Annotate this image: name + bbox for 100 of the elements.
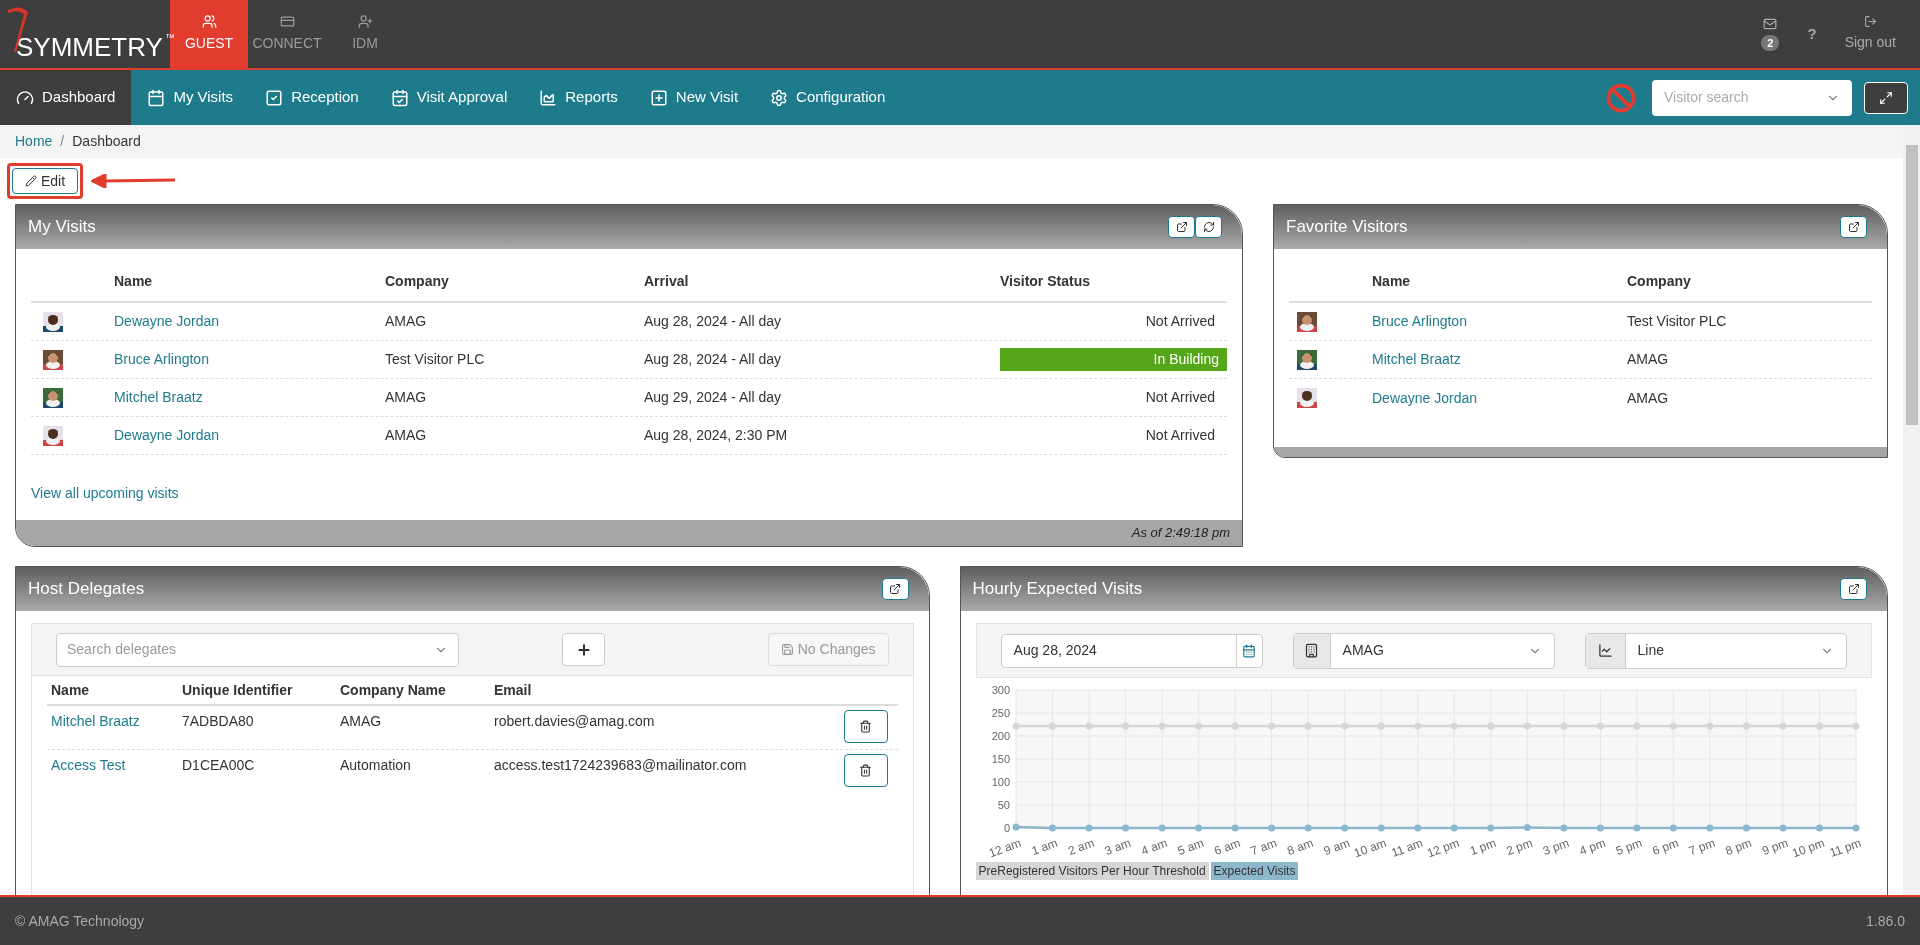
nav-tab[interactable]: Reports <box>523 70 634 125</box>
visitor-name-link[interactable]: Mitchel Braatz <box>114 387 385 408</box>
axis-tick: 11 am <box>1389 835 1425 860</box>
popout-button[interactable] <box>1840 216 1867 238</box>
breadcrumb-link[interactable]: Home <box>15 131 53 152</box>
column-header: Visitor Status <box>1000 271 1091 291</box>
data-point <box>1632 824 1640 832</box>
help-button[interactable]: ? <box>1807 22 1817 46</box>
axis-tick: 200 <box>991 730 1010 742</box>
data-point <box>1523 722 1531 730</box>
popout-button[interactable] <box>881 578 909 600</box>
field-value: Aug 28, 2024 <box>1013 641 1097 660</box>
axis-tick: 2 pm <box>1504 835 1534 858</box>
nav-tab[interactable]: New Visit <box>633 70 755 125</box>
legend-item[interactable]: Expected Visits <box>1210 862 1299 880</box>
view-all-link[interactable]: View all upcoming visits <box>31 485 179 501</box>
visitor-name-link[interactable]: Dewayne Jordan <box>1372 387 1627 409</box>
data-point <box>1450 722 1458 730</box>
mail-button[interactable]: 2 <box>1761 16 1780 52</box>
data-point <box>1852 824 1860 832</box>
chart-type-select[interactable]: Line <box>1584 632 1847 669</box>
area-chart-icon <box>539 88 558 107</box>
axis-tick: 7 pm <box>1686 835 1717 858</box>
axis-tick: 3 pm <box>1540 835 1571 858</box>
data-point <box>1559 824 1567 832</box>
app-tab[interactable]: CONNECT <box>248 0 326 68</box>
date-field[interactable]: Aug 28, 2024 <box>1000 633 1263 668</box>
save-icon <box>780 643 794 656</box>
visitor-name-link[interactable]: Bruce Arlington <box>1372 311 1627 332</box>
visitor-name-link[interactable]: Dewayne Jordan <box>114 311 385 332</box>
trash-icon <box>859 720 873 733</box>
visitor-name-link[interactable]: Mitchel Braatz <box>1372 349 1627 370</box>
axis-tick: 300 <box>991 684 1010 696</box>
column-header: Arrival <box>644 271 690 291</box>
table-cell-text: D1CEA00C <box>182 756 256 775</box>
sign-out-button[interactable]: Sign out <box>1844 15 1896 53</box>
axis-tick: 3 am <box>1102 835 1133 858</box>
add-button[interactable] <box>562 633 605 666</box>
data-point <box>1012 823 1020 831</box>
external-link-icon <box>1175 221 1188 233</box>
legend-item[interactable]: PreRegistered Visitors Per Hour Threshold <box>975 862 1209 880</box>
axis-tick: 100 <box>991 776 1010 788</box>
axis-tick: 250 <box>991 707 1010 719</box>
axis-tick: 12 am <box>986 835 1023 861</box>
refresh-button[interactable] <box>1195 216 1222 238</box>
nav-tab[interactable]: Visit Approval <box>374 70 524 125</box>
external-link-icon <box>1847 221 1860 233</box>
data-point <box>1194 722 1202 730</box>
data-point <box>1340 824 1348 832</box>
breadcrumb-current: Dashboard <box>72 132 141 151</box>
line-chart-icon <box>1597 643 1613 658</box>
table-cell-text: AMAG <box>340 712 383 731</box>
axis-tick: 10 am <box>1351 835 1388 861</box>
status-label: Not Arrived <box>1145 388 1216 407</box>
axis-tick: 8 pm <box>1723 835 1753 858</box>
axis-tick: 50 <box>997 799 1010 811</box>
axis-tick: 2 am <box>1065 835 1096 858</box>
mail-icon <box>1763 16 1778 31</box>
copyright-text: © AMAG Technology <box>15 911 145 931</box>
popout-button[interactable] <box>1168 216 1195 238</box>
edit-button[interactable]: Edit <box>12 168 79 194</box>
checkbox-icon <box>265 88 284 107</box>
axis-tick: 12 pm <box>1424 835 1461 861</box>
column-header: Company Name <box>340 680 447 700</box>
data-point <box>1012 722 1020 730</box>
app-tab[interactable]: IDM <box>326 0 404 68</box>
axis-tick: 4 am <box>1138 835 1169 858</box>
table-cell-text: Aug 28, 2024 - All day <box>644 312 782 331</box>
field-value: AMAG <box>1342 641 1384 660</box>
company-select[interactable]: AMAG <box>1292 632 1555 669</box>
nav-tab[interactable]: My Visits <box>131 70 250 125</box>
nav-tab[interactable]: Reception <box>249 70 375 125</box>
visitor-name-link[interactable]: Bruce Arlington <box>114 349 385 370</box>
delete-button[interactable] <box>843 754 888 787</box>
table-cell-text: access.test1724239683@mailinator.com <box>494 756 748 775</box>
delegate-name-link[interactable]: Access Test <box>51 755 182 776</box>
data-point <box>1158 722 1166 730</box>
popout-button[interactable] <box>1840 578 1867 600</box>
data-point <box>1304 722 1312 730</box>
visitor-name-link[interactable]: Dewayne Jordan <box>114 425 385 446</box>
data-point <box>1523 824 1531 832</box>
data-point <box>1559 722 1567 730</box>
axis-tick: 1 pm <box>1467 835 1498 858</box>
column-header: Company <box>1627 271 1692 291</box>
nav-tab[interactable]: Configuration <box>754 70 902 125</box>
user-plus-icon <box>357 14 373 29</box>
table-cell-text: Test Visitor PLC <box>1627 312 1728 331</box>
delete-button[interactable] <box>843 710 888 743</box>
data-point <box>1779 722 1786 730</box>
fullscreen-button[interactable] <box>1864 81 1908 114</box>
data-point <box>1486 824 1494 832</box>
axis-tick: 11 pm <box>1827 835 1863 860</box>
timestamp: As of 2:49:18 pm <box>1131 524 1230 543</box>
table-cell-text: Aug 29, 2024 - All day <box>644 388 782 407</box>
table-cell-text: Automation <box>340 756 412 775</box>
search-delegates-field[interactable]: Search delegates <box>56 632 459 667</box>
scrollbar[interactable] <box>1903 125 1920 895</box>
data-point <box>1413 824 1421 832</box>
nav-tab[interactable]: Dashboard <box>0 70 132 125</box>
delegate-name-link[interactable]: Mitchel Braatz <box>51 711 182 732</box>
